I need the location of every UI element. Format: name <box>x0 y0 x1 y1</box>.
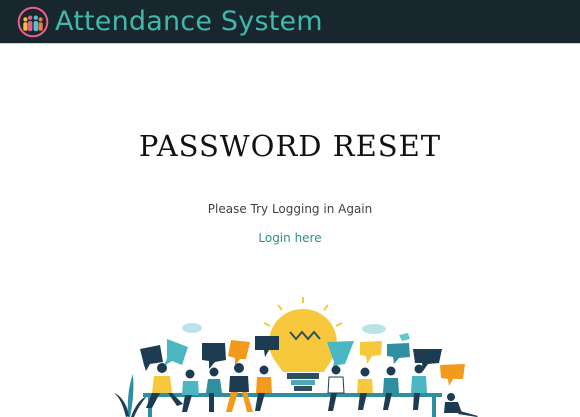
page-title: PASSWORD RESET <box>138 129 442 163</box>
top-navigation-bar: Attendance System <box>0 0 580 44</box>
team-ideas-illustration <box>114 297 478 417</box>
bench-leg <box>432 397 436 417</box>
app-title: Attendance System <box>55 5 323 37</box>
password-reset-page: Attendance System PASSWORD RESET Please … <box>0 0 580 417</box>
top-bar-filler <box>331 0 580 44</box>
brand-area[interactable]: Attendance System <box>0 0 331 44</box>
login-link[interactable]: Login here <box>0 228 580 248</box>
people-group-logo-icon <box>17 6 49 37</box>
plant-icon <box>114 374 147 417</box>
status-message: Please Try Logging in Again <box>207 202 373 216</box>
